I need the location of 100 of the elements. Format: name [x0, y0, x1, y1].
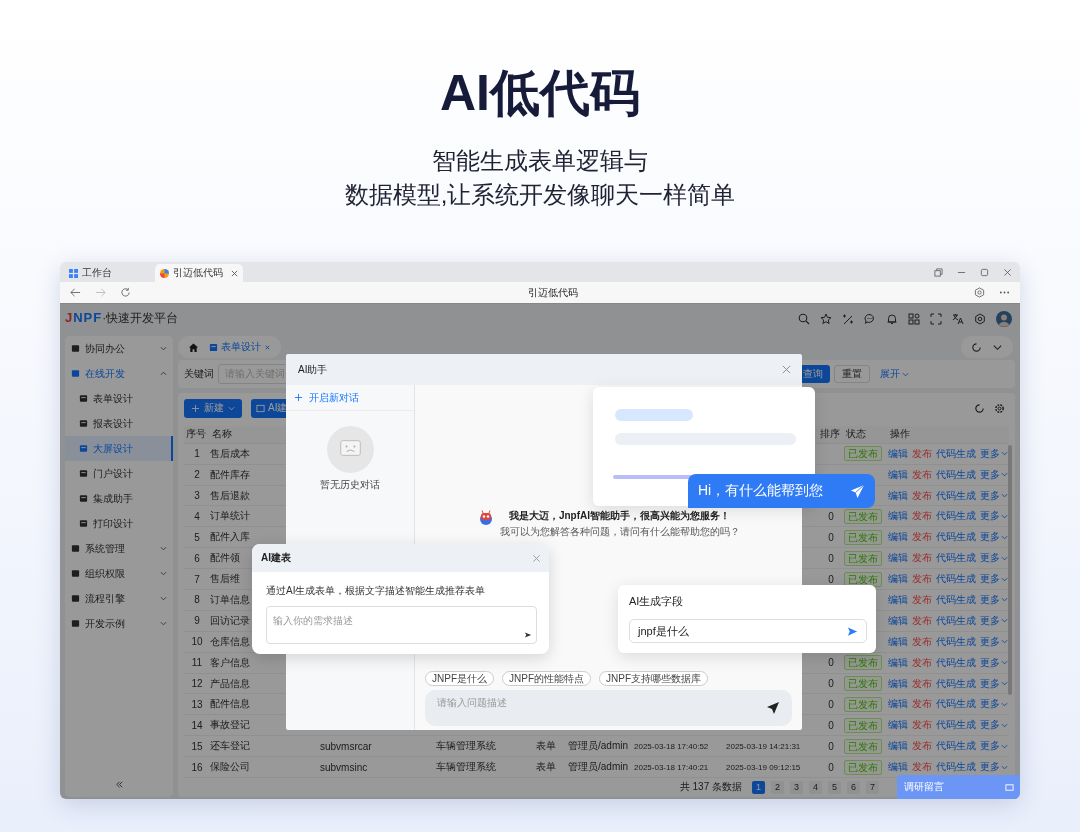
action-link[interactable]: 代码生成: [936, 572, 976, 587]
star-icon[interactable]: [820, 312, 832, 325]
home-icon[interactable]: [188, 341, 199, 353]
action-link[interactable]: 发布: [912, 613, 932, 628]
action-link[interactable]: 更多: [980, 509, 1008, 524]
action-link[interactable]: 更多: [980, 592, 1008, 607]
wand-icon[interactable]: [842, 312, 854, 325]
send-icon[interactable]: [766, 701, 780, 715]
menu-group[interactable]: 流程引擎: [65, 586, 173, 611]
action-link[interactable]: 发布: [912, 488, 932, 503]
refresh-icon[interactable]: [974, 402, 985, 414]
action-link[interactable]: 更多: [980, 530, 1008, 545]
close-icon[interactable]: [264, 343, 271, 351]
action-link[interactable]: 代码生成: [936, 551, 976, 566]
feedback-panel[interactable]: 调研留言: [897, 775, 1020, 799]
action-link[interactable]: 编辑: [888, 446, 908, 461]
action-link[interactable]: 发布: [912, 739, 932, 754]
action-link[interactable]: 发布: [912, 592, 932, 607]
action-link[interactable]: 代码生成: [936, 592, 976, 607]
menu-item[interactable]: 报表设计: [65, 411, 173, 436]
action-link[interactable]: 编辑: [888, 697, 908, 712]
settings-icon[interactable]: [994, 402, 1005, 414]
menu-group[interactable]: 在线开发: [65, 361, 173, 386]
action-link[interactable]: 发布: [912, 676, 932, 691]
suggestion-chip[interactable]: JNPF的性能特点: [502, 671, 591, 686]
reload-icon[interactable]: [120, 287, 131, 298]
page-button[interactable]: 3: [790, 780, 803, 794]
reset-button[interactable]: 重置: [834, 365, 870, 383]
close-icon[interactable]: [781, 364, 792, 375]
action-link[interactable]: 编辑: [888, 718, 908, 733]
action-link[interactable]: 代码生成: [936, 634, 976, 649]
action-link[interactable]: 编辑: [888, 634, 908, 649]
action-link[interactable]: 代码生成: [936, 676, 976, 691]
maximize-icon[interactable]: [980, 267, 989, 277]
action-link[interactable]: 发布: [912, 760, 932, 775]
action-link[interactable]: 更多: [980, 739, 1008, 754]
action-link[interactable]: 更多: [980, 467, 1008, 482]
collapse-icon[interactable]: [114, 780, 124, 789]
action-link[interactable]: 更多: [980, 551, 1008, 566]
menu-group[interactable]: 系统管理: [65, 536, 173, 561]
action-link[interactable]: 编辑: [888, 676, 908, 691]
extension-icon[interactable]: [974, 287, 985, 298]
action-link[interactable]: 代码生成: [936, 760, 976, 775]
action-link[interactable]: 更多: [980, 760, 1008, 775]
action-link[interactable]: 代码生成: [936, 509, 976, 524]
suggestion-chip[interactable]: JNPF是什么: [425, 671, 494, 686]
action-link[interactable]: 代码生成: [936, 488, 976, 503]
action-link[interactable]: 发布: [912, 551, 932, 566]
action-link[interactable]: 编辑: [888, 572, 908, 587]
new-chat-link[interactable]: 开启新对话: [286, 385, 414, 411]
close-icon[interactable]: [1003, 267, 1012, 277]
action-link[interactable]: 编辑: [888, 655, 908, 670]
action-link[interactable]: 代码生成: [936, 718, 976, 733]
action-link[interactable]: 更多: [980, 613, 1008, 628]
translate-icon[interactable]: [952, 312, 964, 325]
action-link[interactable]: 代码生成: [936, 530, 976, 545]
page-button[interactable]: 6: [847, 780, 860, 794]
action-link[interactable]: 代码生成: [936, 655, 976, 670]
action-link[interactable]: 编辑: [888, 467, 908, 482]
suggestion-chip[interactable]: JNPF支持哪些数据库: [599, 671, 708, 686]
action-link[interactable]: 更多: [980, 634, 1008, 649]
scrollbar[interactable]: [1008, 445, 1012, 695]
settings-icon[interactable]: [974, 312, 986, 325]
action-link[interactable]: 发布: [912, 530, 932, 545]
action-link[interactable]: 更多: [980, 572, 1008, 587]
action-link[interactable]: 更多: [980, 718, 1008, 733]
page-button[interactable]: 2: [771, 780, 784, 794]
menu-group[interactable]: 组织权限: [65, 561, 173, 586]
send-icon[interactable]: [524, 631, 532, 639]
action-link[interactable]: 编辑: [888, 739, 908, 754]
expand-link[interactable]: 展开: [880, 367, 909, 381]
page-button[interactable]: 4: [809, 780, 822, 794]
action-link[interactable]: 代码生成: [936, 446, 976, 461]
action-link[interactable]: 编辑: [888, 488, 908, 503]
menu-group[interactable]: 协同办公: [65, 336, 173, 361]
action-link[interactable]: 发布: [912, 446, 932, 461]
requirement-field[interactable]: 输入你的需求描述: [266, 606, 537, 644]
new-button[interactable]: 新建: [184, 398, 242, 418]
action-link[interactable]: 更多: [980, 676, 1008, 691]
action-link[interactable]: 发布: [912, 467, 932, 482]
action-link[interactable]: 编辑: [888, 613, 908, 628]
action-link[interactable]: 更多: [980, 697, 1008, 712]
action-link[interactable]: 发布: [912, 655, 932, 670]
avatar[interactable]: [996, 310, 1012, 327]
action-link[interactable]: 发布: [912, 509, 932, 524]
action-link[interactable]: 编辑: [888, 551, 908, 566]
action-link[interactable]: 更多: [980, 655, 1008, 670]
bell-icon[interactable]: [886, 312, 898, 325]
fullscreen-icon[interactable]: [930, 312, 942, 325]
action-link[interactable]: 代码生成: [936, 613, 976, 628]
page-button[interactable]: 5: [828, 780, 841, 794]
question-field[interactable]: 请输入问题描述: [425, 690, 792, 726]
restore-icon[interactable]: [934, 267, 943, 277]
page-button[interactable]: 1: [752, 780, 765, 794]
action-link[interactable]: 代码生成: [936, 739, 976, 754]
action-link[interactable]: 代码生成: [936, 467, 976, 482]
menu-group[interactable]: 开发示例: [65, 611, 173, 636]
browser-tab[interactable]: 引迈低代码: [155, 264, 243, 282]
action-link[interactable]: 更多: [980, 446, 1008, 461]
action-link[interactable]: 代码生成: [936, 697, 976, 712]
